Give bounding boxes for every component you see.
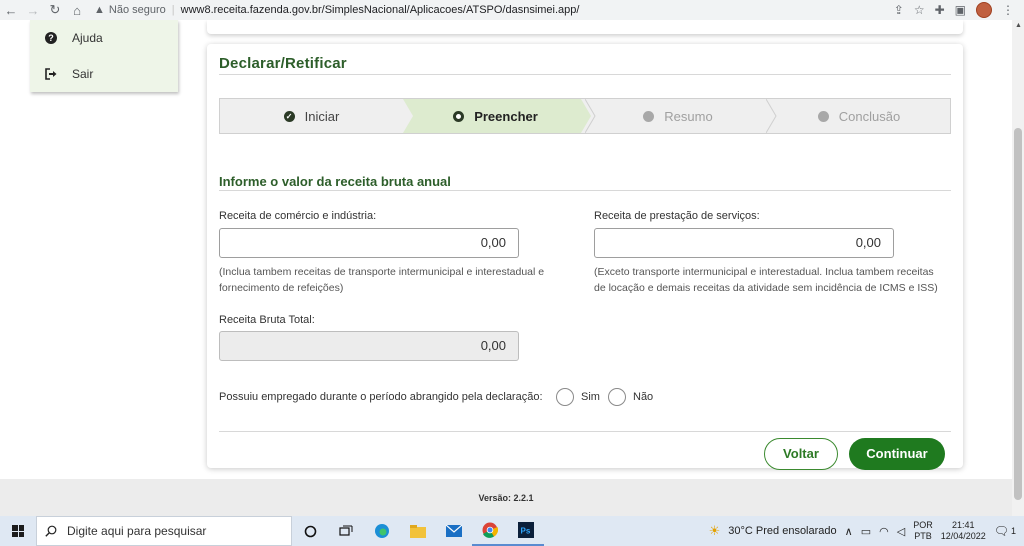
language-line: PTB bbox=[914, 531, 932, 541]
back-button[interactable]: Voltar bbox=[764, 438, 838, 470]
photoshop-icon[interactable]: Ps bbox=[508, 516, 544, 546]
extensions-puzzle-icon[interactable]: ✚ bbox=[935, 3, 945, 17]
step-preencher: Preencher bbox=[403, 99, 588, 133]
reload-button[interactable]: ↻ bbox=[44, 2, 66, 18]
page-scrollbar[interactable]: ▲ bbox=[1012, 20, 1024, 516]
sidebar-item-exit[interactable]: Sair bbox=[30, 56, 178, 92]
commerce-revenue-hint: (Inclua tambem receitas de transporte in… bbox=[219, 264, 579, 296]
forward-button[interactable]: → bbox=[22, 3, 44, 18]
commerce-revenue-input[interactable]: 0,00 bbox=[219, 228, 519, 258]
employee-yes-radio[interactable] bbox=[556, 388, 574, 406]
browser-menu-icon[interactable]: ⋮ bbox=[1002, 3, 1014, 17]
exit-icon bbox=[44, 67, 58, 81]
step-label: Conclusão bbox=[838, 108, 901, 124]
active-dot-icon bbox=[453, 110, 465, 122]
file-explorer-icon[interactable] bbox=[400, 516, 436, 546]
side-panel-icon[interactable]: ▣ bbox=[955, 3, 966, 17]
services-revenue-input[interactable]: 0,00 bbox=[594, 228, 894, 258]
windows-logo-icon bbox=[12, 525, 24, 537]
home-button[interactable]: ⌂ bbox=[66, 3, 88, 18]
clock-time: 21:41 bbox=[951, 520, 975, 530]
mail-icon[interactable] bbox=[436, 516, 472, 546]
continue-button[interactable]: Continuar bbox=[849, 438, 945, 470]
check-circle-icon: ✓ bbox=[283, 110, 295, 122]
start-button[interactable] bbox=[0, 516, 36, 546]
help-icon: ? bbox=[44, 31, 58, 45]
pending-dot-icon bbox=[643, 110, 655, 122]
language-indicator[interactable]: POR PTB bbox=[913, 520, 933, 542]
svg-text:Ps: Ps bbox=[521, 527, 531, 536]
step-resumo: Resumo bbox=[588, 99, 768, 133]
employee-question: Possuiu empregado durante o período abra… bbox=[219, 391, 543, 403]
weather-sun-icon[interactable]: ☀ bbox=[709, 523, 721, 539]
taskbar-clock[interactable]: 21:41 12/04/2022 bbox=[941, 520, 986, 542]
progress-stepper: ✓ Iniciar Preencher Resumo Conclusão bbox=[219, 98, 951, 134]
version-label: Versão: 2.2.1 bbox=[478, 493, 534, 503]
previous-card-bottom bbox=[207, 20, 963, 34]
step-label: Preencher bbox=[474, 108, 538, 124]
network-icon[interactable]: ◠ bbox=[879, 525, 889, 538]
url-text[interactable]: www8.receita.fazenda.gov.br/SimplesNacio… bbox=[181, 4, 580, 16]
chrome-browser-icon[interactable] bbox=[472, 516, 508, 546]
sidebar-item-help[interactable]: ? Ajuda bbox=[30, 20, 178, 56]
system-tray: ☀ 30°C Pred ensolarado ∧ ▭ ◠ ◁ POR PTB 2… bbox=[709, 520, 1024, 542]
scroll-up-arrow-icon[interactable]: ▲ bbox=[1015, 22, 1022, 29]
title-divider bbox=[219, 74, 951, 75]
warning-icon[interactable]: ▲ bbox=[94, 4, 105, 16]
employee-yes-label[interactable]: Sim bbox=[581, 391, 600, 403]
page-footer: Versão: 2.2.1 bbox=[0, 479, 1012, 516]
edge-browser-icon[interactable] bbox=[364, 516, 400, 546]
declaration-card: Declarar/Retificar ✓ Iniciar Preencher R… bbox=[207, 44, 963, 470]
section-title: Informe o valor da receita bruta anual bbox=[219, 174, 451, 189]
address-separator: | bbox=[171, 4, 175, 16]
page-content: ? Ajuda Sair Declarar/Retificar ✓ Inicia… bbox=[0, 20, 1012, 516]
task-view-icon[interactable] bbox=[328, 516, 364, 546]
hint-line: fornecimento de refeições) bbox=[219, 282, 344, 294]
commerce-revenue-label: Receita de comércio e indústria: bbox=[219, 210, 377, 222]
scroll-thumb[interactable] bbox=[1014, 128, 1022, 500]
notification-count: 1 bbox=[1010, 526, 1016, 536]
clock-date: 12/04/2022 bbox=[940, 531, 986, 541]
battery-icon[interactable]: ▭ bbox=[861, 525, 871, 538]
step-iniciar: ✓ Iniciar bbox=[220, 99, 403, 133]
sidebar-item-label: Ajuda bbox=[72, 31, 103, 45]
step-conclusao: Conclusão bbox=[768, 99, 950, 133]
address-bar[interactable]: ▲ Não seguro | www8.receita.fazenda.gov.… bbox=[94, 1, 894, 19]
pending-dot-icon bbox=[817, 110, 829, 122]
share-icon[interactable]: ⇪ bbox=[894, 3, 904, 17]
section-divider bbox=[219, 190, 951, 191]
tray-chevron-up-icon[interactable]: ∧ bbox=[845, 525, 853, 538]
search-icon bbox=[45, 525, 57, 537]
browser-toolbar: ← → ↻ ⌂ ▲ Não seguro | www8.receita.faze… bbox=[0, 0, 1024, 20]
search-placeholder: Digite aqui para pesquisar bbox=[67, 524, 207, 538]
services-revenue-label: Receita de prestação de serviços: bbox=[594, 210, 760, 222]
sidebar-menu: ? Ajuda Sair bbox=[30, 20, 178, 92]
cortana-icon[interactable] bbox=[292, 516, 328, 546]
notifications-icon[interactable]: 🗨 bbox=[994, 524, 1009, 538]
sidebar-item-label: Sair bbox=[72, 67, 94, 81]
windows-taskbar: Digite aqui para pesquisar Ps ☀ 30°C Pre… bbox=[0, 516, 1024, 546]
step-label: Iniciar bbox=[304, 108, 340, 124]
hint-line: (Inclua tambem receitas de transporte in… bbox=[219, 266, 545, 278]
back-button[interactable]: ← bbox=[0, 3, 22, 18]
hint-line: de locação e demais receitas da atividad… bbox=[594, 282, 938, 294]
language-line: POR bbox=[913, 520, 933, 530]
bookmark-star-icon[interactable]: ☆ bbox=[914, 3, 925, 17]
profile-avatar[interactable] bbox=[976, 2, 992, 18]
browser-actions: ⇪ ☆ ✚ ▣ ⋮ bbox=[894, 2, 1014, 18]
security-status[interactable]: Não seguro bbox=[109, 4, 166, 16]
services-revenue-hint: (Exceto transporte intermunicipal e inte… bbox=[594, 264, 959, 296]
actions-divider bbox=[219, 431, 951, 432]
page-title: Declarar/Retificar bbox=[219, 55, 347, 72]
employee-no-label[interactable]: Não bbox=[633, 391, 653, 403]
total-revenue-label: Receita Bruta Total: bbox=[219, 314, 315, 326]
total-revenue-input: 0,00 bbox=[219, 331, 519, 361]
taskbar-search[interactable]: Digite aqui para pesquisar bbox=[36, 516, 292, 546]
volume-icon[interactable]: ◁ bbox=[897, 525, 905, 538]
weather-text[interactable]: 30°C Pred ensolarado bbox=[728, 525, 836, 537]
employee-no-radio[interactable] bbox=[608, 388, 626, 406]
hint-line: (Exceto transporte intermunicipal e inte… bbox=[594, 266, 934, 278]
step-label: Resumo bbox=[664, 108, 713, 124]
